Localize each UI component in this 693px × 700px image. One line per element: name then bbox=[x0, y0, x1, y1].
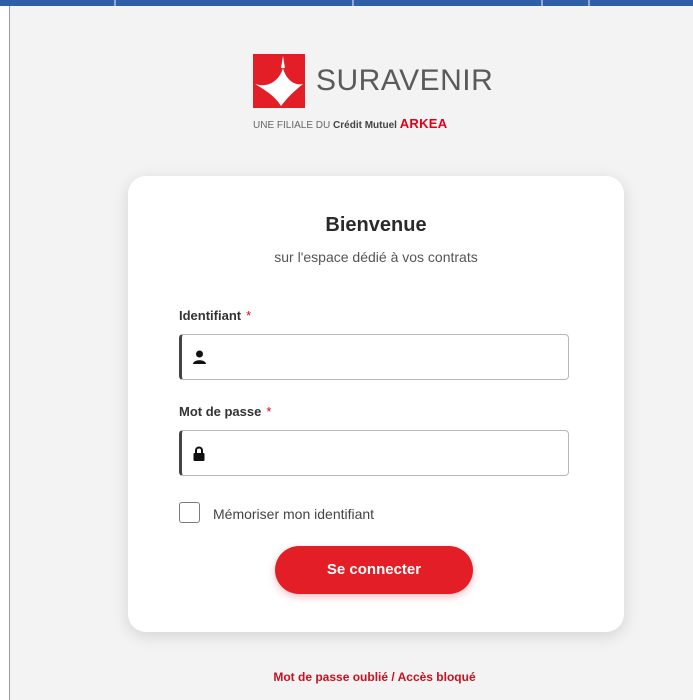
required-marker: * bbox=[246, 308, 252, 323]
username-field[interactable] bbox=[179, 334, 569, 380]
forgot-password-link[interactable]: Mot de passe oublié / Accès bloqué bbox=[0, 670, 693, 684]
password-label: Mot de passe * bbox=[179, 404, 271, 419]
window-left-edge bbox=[0, 6, 10, 700]
brand-name: SURAVENIR bbox=[316, 64, 494, 97]
user-icon bbox=[193, 350, 206, 364]
brand-logo: SURAVENIR UNE FILIALE DU Crédit Mutuel A… bbox=[253, 54, 513, 134]
required-marker: * bbox=[266, 404, 272, 419]
top-bar-separator bbox=[352, 0, 354, 6]
top-bar-separator bbox=[541, 0, 543, 6]
tagline-group: Crédit Mutuel bbox=[333, 120, 397, 131]
username-label-text: Identifiant bbox=[179, 308, 242, 323]
password-field[interactable] bbox=[179, 430, 569, 476]
username-label: Identifiant * bbox=[179, 308, 251, 323]
top-bar-separator bbox=[114, 0, 116, 6]
password-label-text: Mot de passe bbox=[179, 404, 262, 419]
browser-top-bar bbox=[0, 0, 693, 6]
remember-label[interactable]: Mémoriser mon identifiant bbox=[213, 506, 374, 522]
remember-checkbox[interactable] bbox=[179, 502, 200, 523]
login-subtitle: sur l'espace dédié à vos contrats bbox=[274, 249, 478, 265]
tagline-arkea: ARKEA bbox=[399, 116, 448, 131]
suravenir-logo-icon bbox=[253, 54, 305, 108]
brand-tagline: UNE FILIALE DU Crédit Mutuel ARKEA bbox=[253, 116, 448, 132]
tagline-prefix: UNE FILIALE DU bbox=[253, 120, 331, 131]
login-button[interactable]: Se connecter bbox=[275, 546, 473, 594]
login-title: Bienvenue bbox=[325, 214, 427, 236]
lock-icon bbox=[193, 446, 205, 461]
top-bar-separator bbox=[588, 0, 590, 6]
login-card: Bienvenue sur l'espace dédié à vos contr… bbox=[128, 176, 624, 632]
